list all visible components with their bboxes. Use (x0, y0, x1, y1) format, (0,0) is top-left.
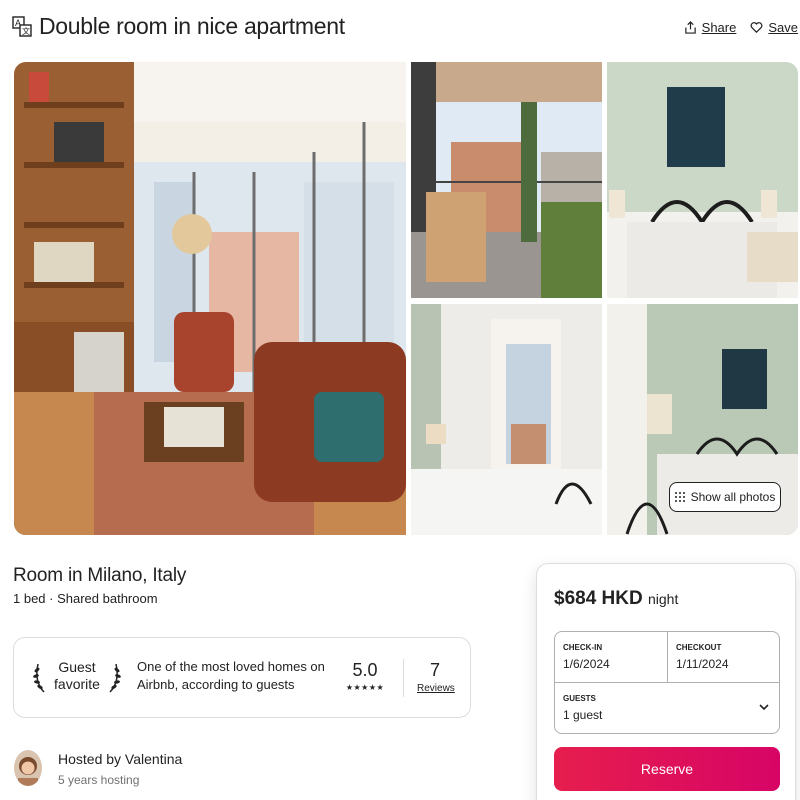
rating-value: 5.0 (352, 660, 378, 680)
checkout-label: CHECKOUT (676, 643, 722, 652)
price-unit: night (648, 591, 679, 607)
booking-card: $684 HKD night CHECK-IN 1/6/2024 CHECKOU… (536, 563, 796, 800)
guest-favorite-line2: favorite (54, 676, 100, 692)
grid-icon (674, 492, 685, 502)
show-all-photos-button[interactable]: Show all photos (669, 482, 781, 512)
save-label: Save (768, 20, 798, 35)
share-label: Share (701, 20, 737, 35)
listing-subtitle: 1 bed · Shared bathroom (13, 591, 158, 606)
listing-header: A 文 Double room in nice apartment Share … (12, 12, 798, 44)
photo-gallery (14, 62, 798, 535)
guest-favorite-label: Guest favorite (50, 659, 104, 693)
date-guest-picker: CHECK-IN 1/6/2024 CHECKOUT 1/11/2024 GUE… (554, 631, 780, 734)
share-icon (684, 21, 696, 34)
chevron-down-icon (759, 704, 769, 711)
living-room-photo[interactable] (14, 62, 406, 535)
svg-text:文: 文 (22, 26, 30, 36)
listing-title: Room in Milano, Italy (13, 565, 187, 586)
translate-icon[interactable]: A 文 (12, 16, 32, 38)
page-title: Double room in nice apartment (39, 13, 345, 39)
checkin-label: CHECK-IN (563, 643, 603, 652)
balcony-photo[interactable] (411, 62, 602, 298)
price: $684 HKD night (554, 588, 678, 610)
host-years: 5 years hosting (58, 773, 140, 787)
guests-label: GUESTS (563, 694, 596, 703)
guest-favorite-description: One of the most loved homes on Airbnb, a… (137, 659, 325, 692)
star-rating-icon: ★★★★★ (345, 683, 385, 692)
heart-icon (750, 22, 763, 33)
show-all-label: Show all photos (690, 490, 776, 504)
share-button[interactable]: Share (684, 20, 737, 35)
guest-favorite-line1: Guest (58, 659, 96, 675)
divider (403, 659, 404, 697)
reserve-button[interactable]: Reserve (554, 747, 780, 791)
checkout-field[interactable]: CHECKOUT 1/11/2024 (668, 632, 780, 683)
checkin-value: 1/6/2024 (563, 657, 610, 671)
laurel-left-icon (33, 663, 45, 693)
laurel-right-icon (109, 663, 121, 693)
guests-value: 1 guest (563, 708, 603, 722)
price-amount: $684 HKD (554, 588, 643, 609)
reviews-link[interactable]: 7 Reviews (417, 660, 455, 694)
checkin-field[interactable]: CHECK-IN 1/6/2024 (555, 632, 668, 683)
host-name: Hosted by Valentina (58, 751, 183, 767)
rating-block: 5.0 ★★★★★ (344, 660, 386, 692)
host-avatar[interactable] (14, 750, 42, 786)
bedroom-photo[interactable] (607, 62, 798, 298)
save-button[interactable]: Save (750, 20, 798, 35)
guests-field[interactable]: GUESTS 1 guest (555, 683, 780, 734)
bedroom-window-photo[interactable] (411, 304, 602, 535)
header-actions: Share Save (684, 20, 798, 35)
guest-favorite-card: Guest favorite One of the most loved hom… (13, 637, 471, 718)
reviews-label: Reviews (417, 683, 455, 694)
reviews-count: 7 (429, 660, 440, 680)
checkout-value: 1/11/2024 (676, 657, 729, 671)
